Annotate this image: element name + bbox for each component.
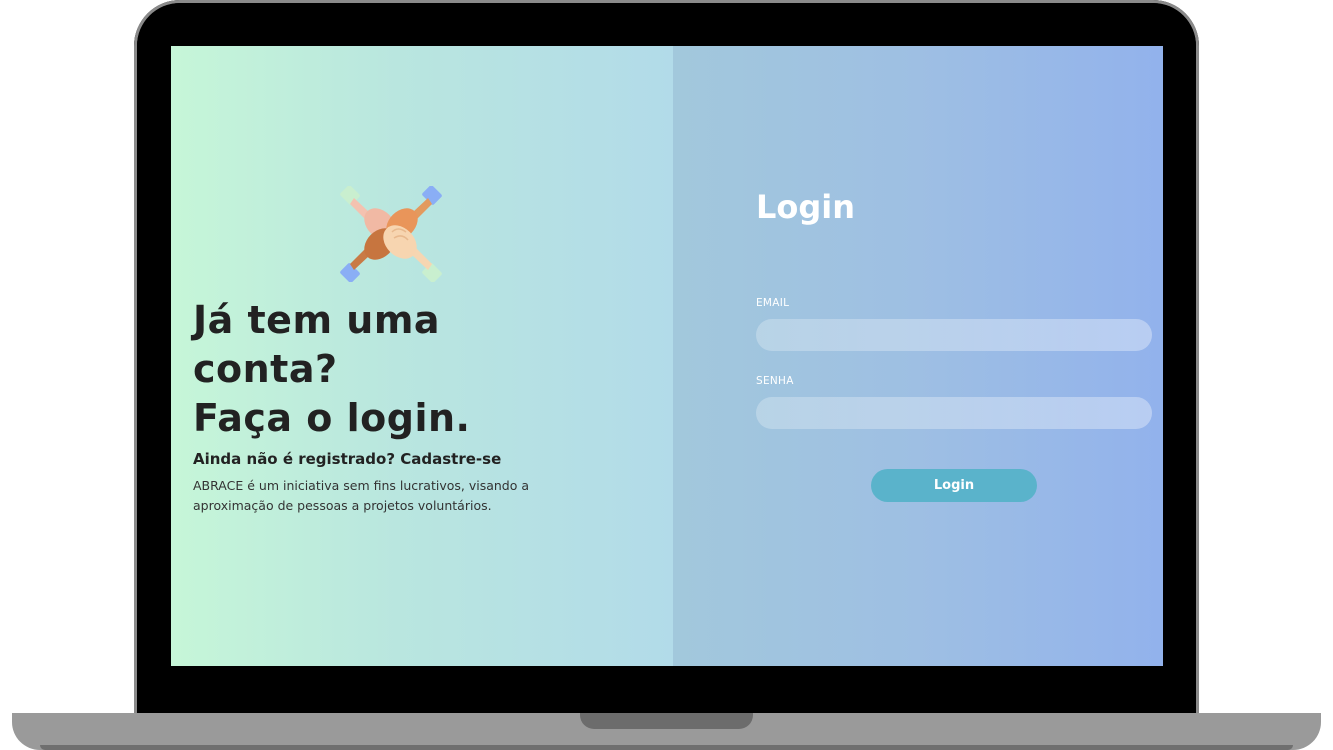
email-label: EMAIL	[756, 297, 790, 309]
intro-panel: Já tem uma conta? Faça o login. Ainda nã…	[171, 46, 673, 666]
headline-line-2: conta?	[193, 347, 338, 391]
headline-line-3: Faça o login.	[193, 396, 471, 440]
page-headline: Já tem uma conta? Faça o login.	[193, 296, 653, 443]
login-panel: Login EMAIL SENHA Login	[673, 46, 1163, 666]
register-link[interactable]: Ainda não é registrado? Cadastre-se	[193, 450, 501, 468]
headline-line-1: Já tem uma	[193, 298, 441, 342]
stacked-hands-icon	[340, 186, 442, 282]
description-text: ABRACE é um iniciativa sem fins lucrativ…	[193, 478, 530, 513]
laptop-notch	[580, 713, 753, 729]
email-field[interactable]	[756, 319, 1152, 351]
senha-label: SENHA	[756, 375, 794, 387]
laptop-screen: Já tem uma conta? Faça o login. Ainda nã…	[171, 46, 1163, 666]
password-field[interactable]	[756, 397, 1152, 429]
login-title: Login	[756, 188, 856, 226]
login-button[interactable]: Login	[871, 469, 1037, 502]
